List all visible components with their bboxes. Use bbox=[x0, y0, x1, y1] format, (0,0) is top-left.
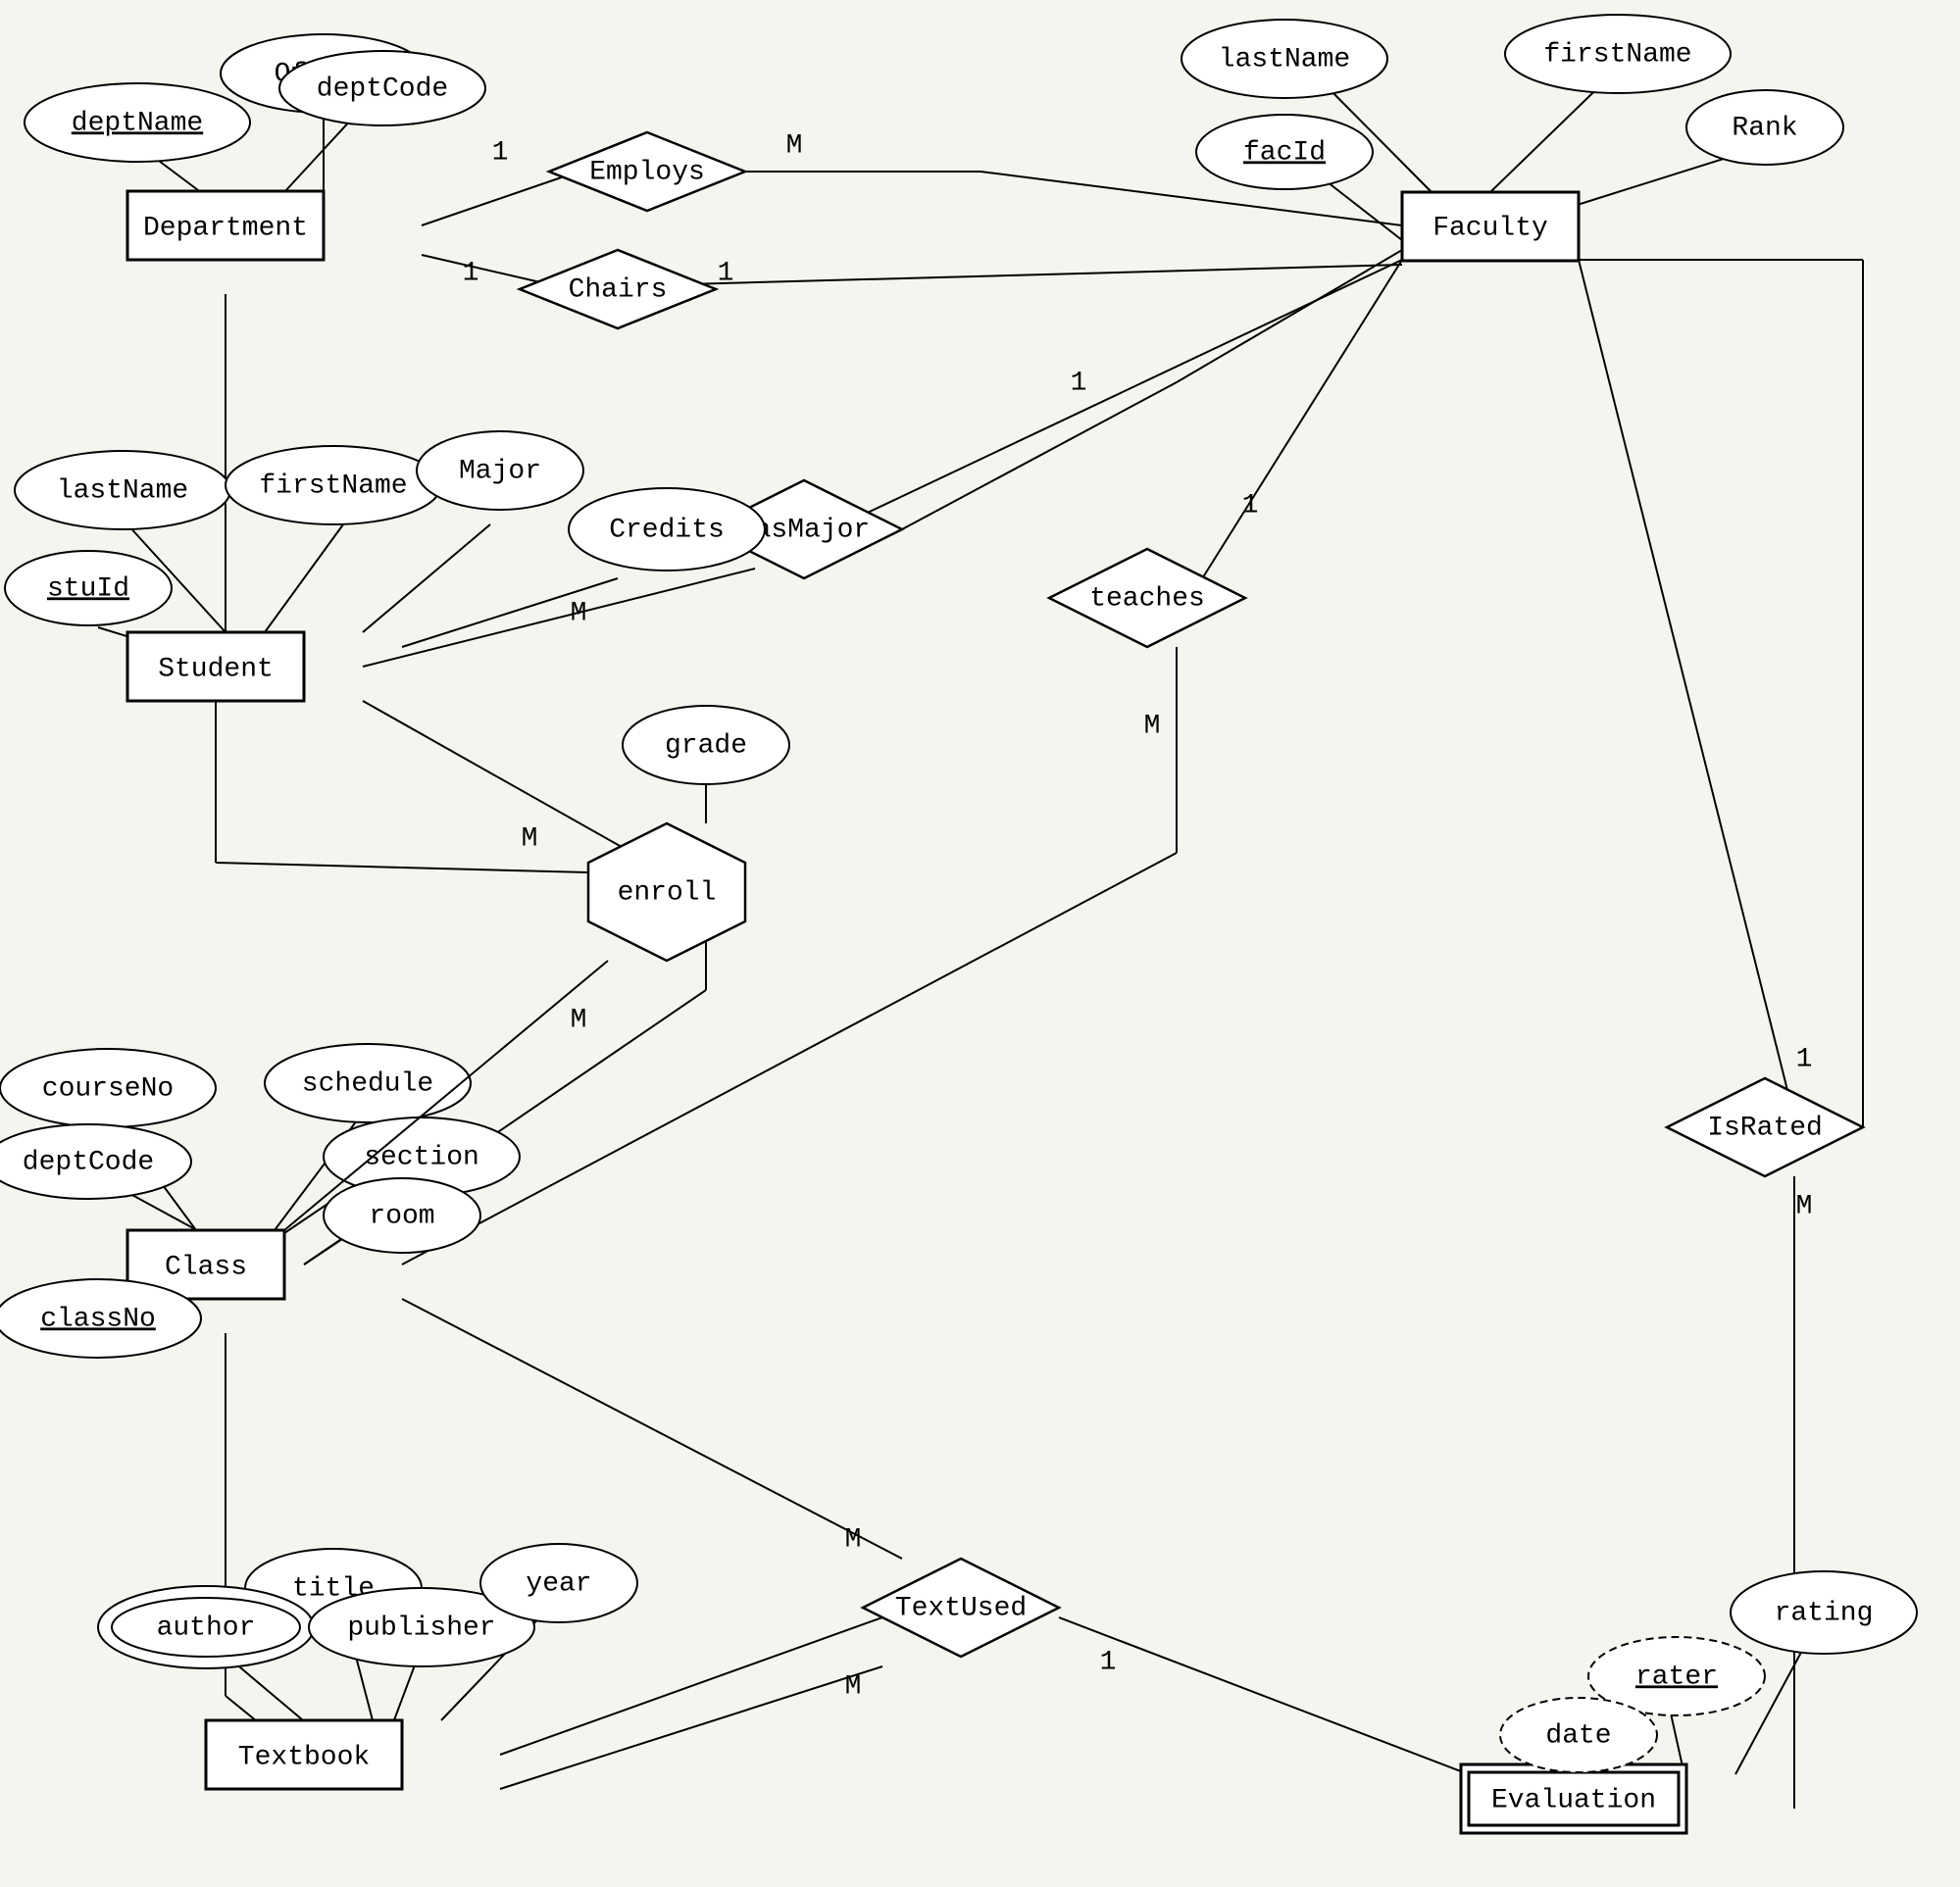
fac-firstname-text: firstName bbox=[1543, 39, 1691, 70]
enroll-m1-label: M bbox=[522, 823, 538, 854]
chairs-label: Chairs bbox=[569, 274, 668, 305]
class-deptcode-text: deptCode bbox=[23, 1147, 154, 1177]
stuid-text: stuId bbox=[47, 573, 129, 604]
textused-m2-label: M bbox=[845, 1671, 862, 1702]
class-textused-line bbox=[402, 1299, 902, 1559]
dept-chairs-line bbox=[422, 255, 549, 284]
stu-lastname-text: lastName bbox=[57, 475, 188, 506]
stu-major-line bbox=[363, 524, 490, 632]
textused-eval-line bbox=[1059, 1617, 1520, 1794]
israted-1-label: 1 bbox=[1796, 1044, 1813, 1074]
section-text: section bbox=[364, 1142, 479, 1172]
stu-firstname-line bbox=[265, 524, 343, 632]
chairs-1a-label: 1 bbox=[463, 258, 479, 288]
dept-deptcode-line bbox=[284, 118, 353, 192]
enroll-m2-label: M bbox=[571, 1005, 587, 1035]
courseno-text: courseNo bbox=[42, 1073, 174, 1104]
publisher-text: publisher bbox=[347, 1613, 495, 1643]
er-diagram: Department Faculty Student Class Textboo… bbox=[0, 0, 1960, 1887]
stu-enroll-bottom bbox=[216, 863, 588, 872]
stu-firstname-text: firstName bbox=[259, 471, 407, 501]
deptname-text: deptName bbox=[72, 108, 203, 138]
credits-text: Credits bbox=[609, 515, 725, 545]
hasmajor-right-line bbox=[902, 382, 1177, 529]
schedule-text: schedule bbox=[302, 1068, 433, 1099]
dept-employs-line bbox=[422, 172, 578, 225]
date-text: date bbox=[1545, 1720, 1611, 1751]
author-text: author bbox=[157, 1613, 256, 1643]
textused-m1-label: M bbox=[845, 1524, 862, 1555]
employs-label: Employs bbox=[589, 157, 705, 187]
rater-text: rater bbox=[1635, 1662, 1718, 1692]
fac-lastname-text: lastName bbox=[1219, 44, 1350, 74]
room-text: room bbox=[369, 1201, 434, 1231]
textbook-textused-line1 bbox=[500, 1617, 882, 1755]
faculty-label: Faculty bbox=[1432, 213, 1548, 243]
fac-israted-line bbox=[1579, 260, 1794, 1117]
student-label: Student bbox=[158, 654, 274, 684]
hasmajor-1-label: 1 bbox=[1071, 368, 1087, 398]
teaches-m-label: M bbox=[1144, 711, 1161, 741]
deptcode-dept-text: deptCode bbox=[317, 74, 448, 104]
chairs-1b-label: 1 bbox=[718, 258, 734, 288]
textbook-textused-line2 bbox=[500, 1666, 882, 1789]
class-label: Class bbox=[165, 1252, 247, 1282]
israted-label: IsRated bbox=[1707, 1113, 1823, 1143]
rank-text: Rank bbox=[1732, 113, 1797, 143]
grade-text: grade bbox=[665, 730, 747, 761]
textused-1-label: 1 bbox=[1100, 1647, 1117, 1677]
major-text: Major bbox=[459, 456, 541, 486]
employs-m-label: M bbox=[786, 130, 803, 161]
enroll-label: enroll bbox=[618, 877, 717, 908]
rating-text: rating bbox=[1775, 1598, 1874, 1628]
textused-label: TextUsed bbox=[895, 1593, 1027, 1623]
chairs-fac-line bbox=[686, 265, 1402, 284]
evaluation-label: Evaluation bbox=[1491, 1785, 1656, 1815]
textbook-label: Textbook bbox=[238, 1742, 370, 1772]
department-label: Department bbox=[143, 213, 308, 243]
employs-1-label: 1 bbox=[492, 137, 509, 168]
israted-m-label: M bbox=[1796, 1191, 1813, 1221]
classno-text: classNo bbox=[40, 1304, 156, 1334]
facid-text: facId bbox=[1243, 137, 1326, 168]
teaches-label: teaches bbox=[1089, 583, 1205, 614]
year-text: year bbox=[526, 1568, 591, 1599]
teaches-class-line bbox=[402, 853, 1177, 1265]
hasmajor-m-label: M bbox=[571, 598, 587, 628]
teaches-1-label: 1 bbox=[1242, 490, 1259, 521]
